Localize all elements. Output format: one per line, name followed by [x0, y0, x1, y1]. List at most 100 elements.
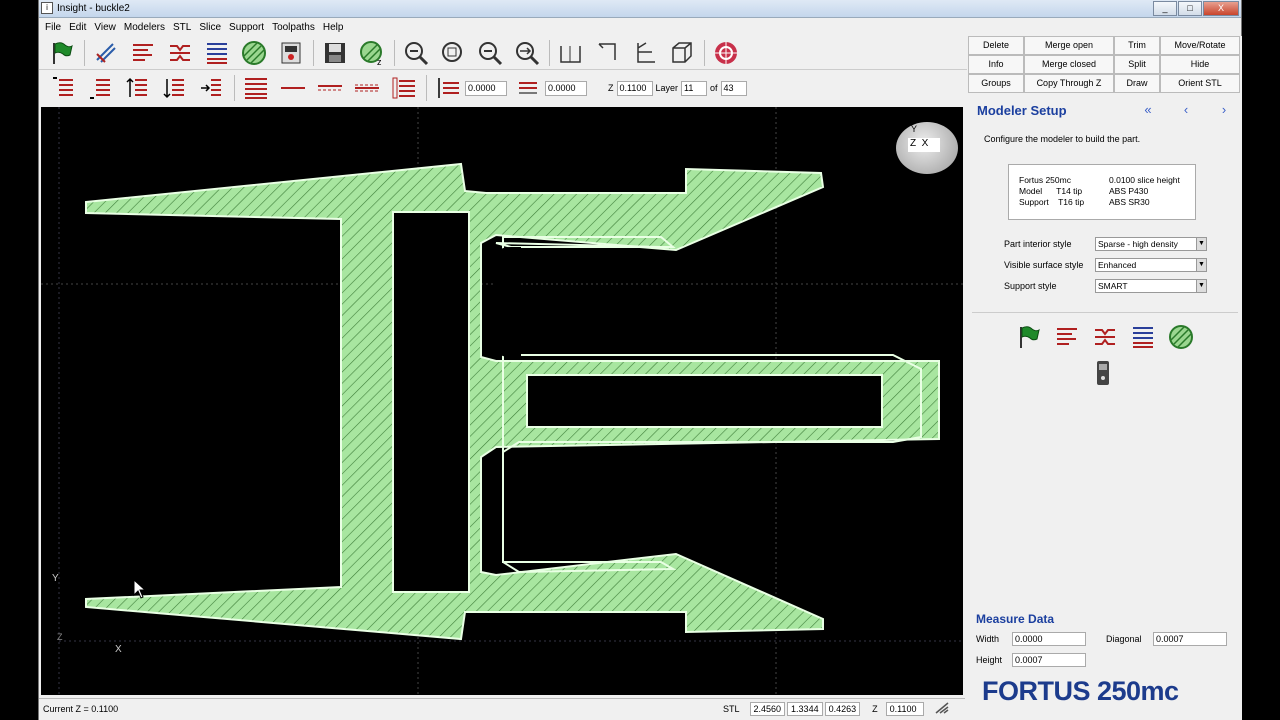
layer-count-field: 43: [720, 80, 747, 96]
toolpath-icon[interactable]: [202, 38, 232, 68]
view-front-icon[interactable]: [556, 38, 586, 68]
draw-button[interactable]: Draw: [1114, 74, 1160, 93]
support-icon[interactable]: [165, 38, 195, 68]
raster-fill-icon[interactable]: [239, 38, 269, 68]
view-iso-icon[interactable]: [667, 38, 697, 68]
visible-surface-label: Visible surface style: [1004, 260, 1084, 270]
orientation-gizmo[interactable]: Y Z X: [896, 122, 958, 174]
modeler-setup-flag-icon[interactable]: [1016, 324, 1042, 350]
modeler-info-box: Fortus 250mc Model T14 tip Support T16 t…: [1008, 164, 1196, 220]
close-button[interactable]: X: [1203, 1, 1239, 16]
nav-prev-icon[interactable]: ‹: [1174, 102, 1198, 117]
groups-button[interactable]: Groups: [968, 74, 1024, 93]
stratasys-logo-icon[interactable]: [711, 38, 741, 68]
menu-bar: File Edit View Modelers STL Slice Suppor…: [39, 18, 967, 36]
menu-support[interactable]: Support: [227, 22, 270, 33]
tip-offset-field[interactable]: 0.0000: [545, 80, 587, 96]
orient-stl-button[interactable]: Orient STL: [1160, 74, 1240, 93]
status-z-label: Z: [872, 703, 878, 714]
resize-grip-icon: [934, 701, 950, 717]
chevron-down-icon[interactable]: ▼: [1196, 259, 1206, 271]
nav-next-icon[interactable]: ›: [1212, 102, 1236, 117]
toolpath-icon[interactable]: [1130, 324, 1156, 350]
chevron-down-icon[interactable]: ▼: [1196, 280, 1206, 292]
menu-help[interactable]: Help: [321, 22, 350, 33]
model-viewport[interactable]: Y X Z Y Z X: [41, 107, 963, 695]
single-layer-icon[interactable]: [278, 73, 308, 103]
info-button[interactable]: Info: [968, 55, 1024, 74]
move-rotate-button[interactable]: Move/Rotate: [1160, 36, 1240, 55]
status-bar: Current Z = 0.1100 STL 2.4560 1.3344 0.4…: [39, 698, 965, 718]
support-icon[interactable]: [1092, 324, 1118, 350]
z-value-field[interactable]: 0.1100: [616, 80, 653, 96]
layer-down-icon[interactable]: [160, 73, 190, 103]
view-top-icon[interactable]: [630, 38, 660, 68]
layer-range-icon[interactable]: [315, 73, 345, 103]
zoom-box-icon[interactable]: [438, 38, 468, 68]
model-tip: Model T14 tip: [1019, 186, 1083, 196]
slice-curves-icon[interactable]: [1054, 324, 1080, 350]
estimate-icon[interactable]: z: [357, 38, 387, 68]
nav-first-icon[interactable]: «: [1136, 102, 1160, 117]
part-interior-label: Part interior style: [1004, 239, 1072, 249]
slice-height-icon[interactable]: [433, 73, 463, 103]
orient-icon[interactable]: [91, 38, 121, 68]
visible-surface-select[interactable]: Enhanced ▼: [1095, 258, 1207, 272]
menu-toolpaths[interactable]: Toolpaths: [270, 22, 321, 33]
part-interior-select[interactable]: Sparse - high density ▼: [1095, 237, 1207, 251]
first-layer-icon[interactable]: [49, 73, 79, 103]
layer-up-icon[interactable]: [123, 73, 153, 103]
pan-icon[interactable]: [512, 38, 542, 68]
layer-list-icon[interactable]: [389, 73, 419, 103]
modeler-setup-flag-icon[interactable]: [47, 38, 77, 68]
split-button[interactable]: Split: [1114, 55, 1160, 74]
chevron-down-icon[interactable]: ▼: [1196, 238, 1206, 250]
menu-file[interactable]: File: [43, 22, 67, 33]
main-toolbar: z: [39, 36, 967, 70]
menu-edit[interactable]: Edit: [67, 22, 92, 33]
support-style-select[interactable]: SMART ▼: [1095, 279, 1207, 293]
layer-field[interactable]: 11: [681, 80, 708, 96]
mouse-cursor-icon: [133, 578, 147, 599]
build-job-icon[interactable]: [1096, 360, 1110, 389]
build-icon[interactable]: [276, 38, 306, 68]
save-icon[interactable]: [320, 38, 350, 68]
trim-button[interactable]: Trim: [1114, 36, 1160, 55]
z-label: Z: [608, 83, 614, 93]
panel-icon-row: [1016, 324, 1196, 350]
slice-height-field[interactable]: 0.0000: [465, 80, 507, 96]
orient-y-label: Y: [911, 124, 918, 134]
view-side-icon[interactable]: [593, 38, 623, 68]
copy-through-z-button[interactable]: Copy Through Z: [1024, 74, 1114, 93]
menu-slice[interactable]: Slice: [197, 22, 227, 33]
minimize-button[interactable]: _: [1153, 1, 1177, 16]
delete-button[interactable]: Delete: [968, 36, 1024, 55]
panel-divider: [972, 312, 1238, 313]
right-panel: Delete Merge open Trim Move/Rotate Info …: [968, 36, 1242, 720]
hide-button[interactable]: Hide: [1160, 55, 1240, 74]
zoom-out-icon[interactable]: [475, 38, 505, 68]
layer-toolbar: 0.0000 0.0000 Z 0.1100 Layer 11 of 43: [39, 71, 967, 105]
merge-closed-button[interactable]: Merge closed: [1024, 55, 1114, 74]
support-style-label: Support style: [1004, 281, 1057, 291]
maximize-button[interactable]: □: [1178, 1, 1202, 16]
layer-label: Layer: [655, 83, 679, 93]
slice-curves-icon[interactable]: [128, 38, 158, 68]
last-layer-icon[interactable]: [86, 73, 116, 103]
show-all-layers-icon[interactable]: [241, 73, 271, 103]
modeler-setup-title: Modeler Setup: [977, 103, 1067, 118]
raster-fill-icon[interactable]: [1168, 324, 1194, 350]
visible-surface-value: Enhanced: [1098, 260, 1137, 270]
status-z-field: 0.1100: [885, 701, 924, 716]
menu-view[interactable]: View: [92, 22, 122, 33]
menu-stl[interactable]: STL: [171, 22, 197, 33]
layer-neighbors-icon[interactable]: [352, 73, 382, 103]
zoom-in-icon[interactable]: [401, 38, 431, 68]
app-icon: i: [41, 2, 53, 14]
goto-layer-icon[interactable]: [197, 73, 227, 103]
width-label: Width: [976, 634, 1000, 644]
merge-open-button[interactable]: Merge open: [1024, 36, 1114, 55]
menu-modelers[interactable]: Modelers: [122, 22, 171, 33]
sliced-part-canvas[interactable]: Y X Z: [41, 107, 963, 695]
tip-offset-icon[interactable]: [513, 73, 543, 103]
